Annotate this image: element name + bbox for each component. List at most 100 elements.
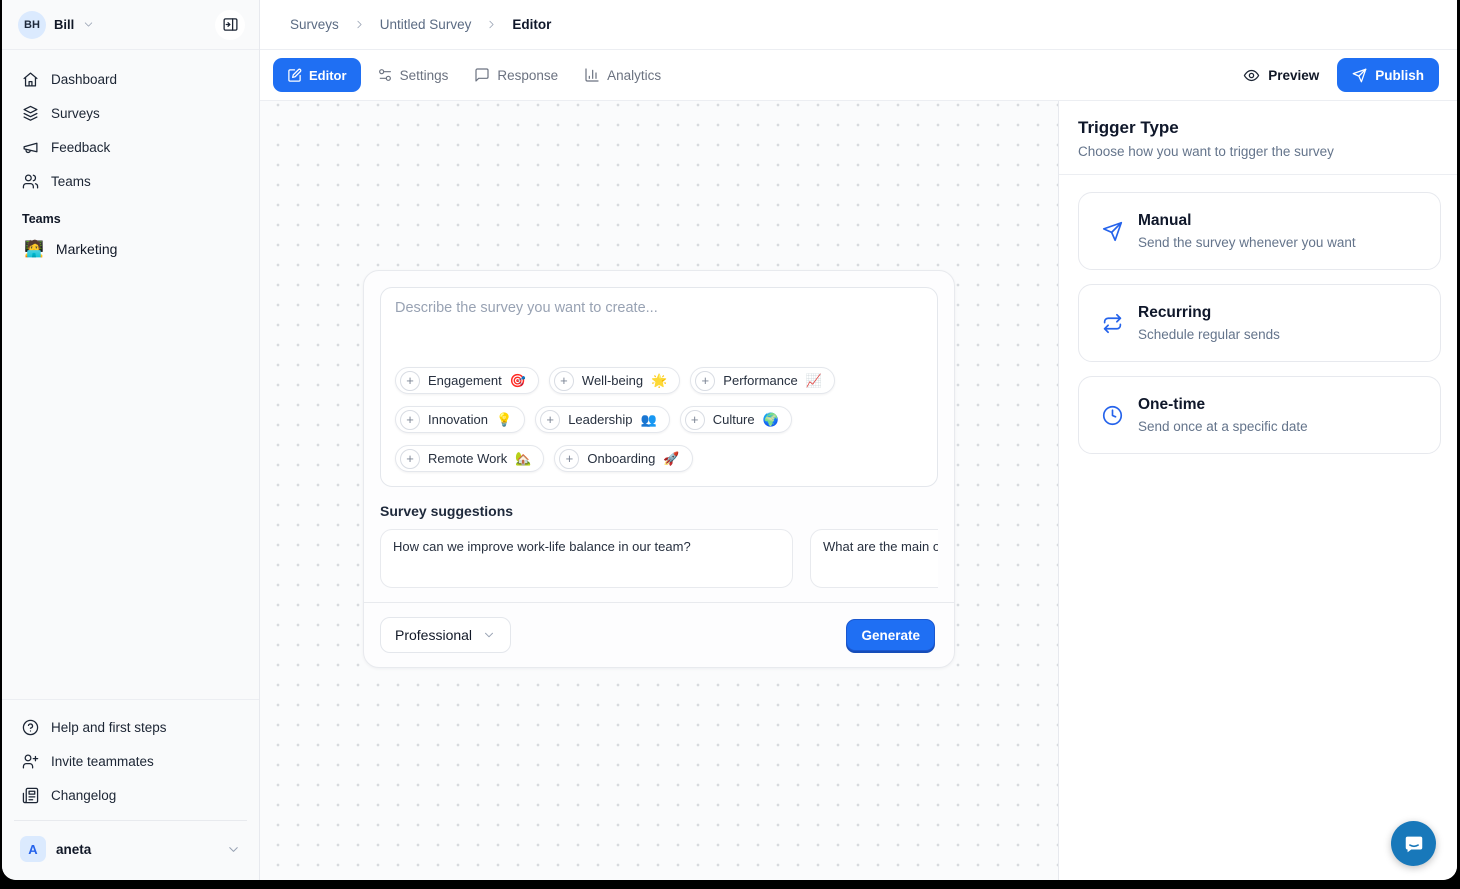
account-menu[interactable]: A aneta — [14, 829, 247, 868]
sidebar-footer: Help and first steps Invite teammates Ch… — [2, 699, 259, 812]
trigger-option-recurring[interactable]: Recurring Schedule regular sends — [1078, 284, 1441, 362]
team-emoji: 🧑‍💻 — [24, 239, 44, 259]
sidebar-item-dashboard[interactable]: Dashboard — [14, 62, 247, 96]
topic-chips: + Engagement 🎯 + Well-being 🌟 + — [395, 367, 923, 474]
eye-icon — [1243, 67, 1260, 84]
topic-chip-culture[interactable]: + Culture 🌍 — [680, 406, 792, 433]
topic-chip-onboarding[interactable]: + Onboarding 🚀 — [554, 445, 692, 472]
sidebar-item-invite[interactable]: Invite teammates — [14, 744, 247, 778]
chip-emoji: 📈 — [806, 373, 822, 389]
chevron-right-icon — [485, 18, 498, 31]
chip-label: Onboarding — [587, 451, 655, 466]
sidebar-item-help[interactable]: Help and first steps — [14, 710, 247, 744]
newspaper-icon — [22, 787, 39, 804]
workspace-name[interactable]: Bill — [54, 17, 74, 32]
trigger-panel-title: Trigger Type — [1078, 118, 1437, 138]
chip-emoji: 🌟 — [651, 373, 667, 389]
trigger-option-one-time[interactable]: One-time Send once at a specific date — [1078, 376, 1441, 454]
plus-icon: + — [400, 449, 420, 469]
chip-label: Culture — [713, 412, 755, 427]
sidebar-item-team-marketing[interactable]: 🧑‍💻 Marketing — [14, 232, 247, 266]
tone-select[interactable]: Professional — [380, 617, 511, 653]
collapse-sidebar-button[interactable] — [215, 10, 245, 40]
sidebar-item-label: Surveys — [51, 106, 100, 121]
topic-chip-innovation[interactable]: + Innovation 💡 — [395, 406, 525, 433]
home-icon — [22, 71, 39, 88]
tab-analytics[interactable]: Analytics — [574, 58, 671, 92]
sidebar-item-label: Changelog — [51, 788, 116, 803]
publish-button[interactable]: Publish — [1337, 58, 1439, 92]
trigger-type-panel: Trigger Type Choose how you want to trig… — [1058, 101, 1457, 880]
chat-launcher-button[interactable] — [1391, 821, 1436, 866]
suggestions-title: Survey suggestions — [380, 503, 938, 519]
clock-icon — [1102, 405, 1123, 426]
trigger-panel-subtitle: Choose how you want to trigger the surve… — [1078, 144, 1437, 159]
workspace-avatar[interactable]: BH — [18, 11, 46, 39]
survey-composer-card: + Engagement 🎯 + Well-being 🌟 + — [363, 270, 955, 668]
editor-toolbar: Editor Settings Response Analytics — [260, 50, 1457, 101]
tab-label: Settings — [400, 68, 449, 83]
chip-label: Performance — [723, 373, 797, 388]
chip-emoji: 👥 — [641, 412, 657, 428]
sidebar-item-label: Help and first steps — [51, 720, 167, 735]
chip-emoji: 🏡 — [515, 451, 531, 467]
plus-icon: + — [695, 371, 715, 391]
composer-footer: Professional Generate — [364, 602, 954, 667]
users-icon — [22, 173, 39, 190]
chip-label: Well-being — [582, 373, 643, 388]
sidebar-item-changelog[interactable]: Changelog — [14, 778, 247, 812]
suggestion-card[interactable]: How can we improve work-life balance in … — [380, 529, 793, 588]
account-name: aneta — [56, 842, 91, 857]
plus-icon: + — [559, 449, 579, 469]
message-icon — [474, 67, 490, 83]
chevron-right-icon — [353, 18, 366, 31]
tab-settings[interactable]: Settings — [367, 58, 459, 92]
trigger-option-text: Recurring Schedule regular sends — [1138, 304, 1280, 342]
chevron-down-icon — [482, 628, 496, 642]
suggestion-card[interactable]: What are the main ob — [810, 529, 938, 588]
trigger-option-manual[interactable]: Manual Send the survey whenever you want — [1078, 192, 1441, 270]
repeat-icon — [1102, 313, 1123, 334]
topic-chip-performance[interactable]: + Performance 📈 — [690, 367, 835, 394]
chip-emoji: 💡 — [496, 412, 512, 428]
topic-chip-wellbeing[interactable]: + Well-being 🌟 — [549, 367, 680, 394]
topic-chip-leadership[interactable]: + Leadership 👥 — [535, 406, 670, 433]
tab-editor[interactable]: Editor — [273, 58, 361, 92]
chip-emoji: 🌍 — [763, 412, 779, 428]
generate-button[interactable]: Generate — [846, 619, 935, 651]
chip-label: Innovation — [428, 412, 488, 427]
sidebar-item-feedback[interactable]: Feedback — [14, 130, 247, 164]
app-window: BH Bill Dashboard Surveys — [2, 0, 1457, 880]
tab-response[interactable]: Response — [464, 58, 568, 92]
sliders-icon — [377, 67, 393, 83]
breadcrumb-survey-name[interactable]: Untitled Survey — [380, 17, 472, 32]
help-circle-icon — [22, 719, 39, 736]
sidebar-item-teams[interactable]: Teams — [14, 164, 247, 198]
trigger-option-description: Send the survey whenever you want — [1138, 235, 1356, 250]
plus-icon: + — [540, 410, 560, 430]
breadcrumb-surveys[interactable]: Surveys — [290, 17, 339, 32]
chevron-down-icon — [82, 18, 95, 31]
topic-chip-engagement[interactable]: + Engagement 🎯 — [395, 367, 539, 394]
trigger-option-text: Manual Send the survey whenever you want — [1138, 212, 1356, 250]
survey-description-input[interactable] — [395, 300, 923, 367]
send-icon — [1352, 68, 1367, 83]
plus-icon: + — [400, 371, 420, 391]
plus-icon: + — [554, 371, 574, 391]
tab-label: Analytics — [607, 68, 661, 83]
chip-label: Leadership — [568, 412, 632, 427]
topic-chip-remote-work[interactable]: + Remote Work 🏡 — [395, 445, 544, 472]
chip-label: Engagement — [428, 373, 502, 388]
preview-button[interactable]: Preview — [1243, 67, 1319, 84]
edit-icon — [287, 68, 302, 83]
toolbar-actions: Preview Publish — [1243, 58, 1439, 92]
chevron-down-icon — [226, 842, 241, 857]
editor-canvas[interactable]: + Engagement 🎯 + Well-being 🌟 + — [260, 101, 1058, 880]
sidebar-nav: Dashboard Surveys Feedback Teams Teams — [2, 50, 259, 266]
send-icon — [1102, 221, 1123, 242]
breadcrumb-editor: Editor — [512, 17, 551, 32]
user-plus-icon — [22, 753, 39, 770]
chip-label: Remote Work — [428, 451, 507, 466]
sidebar-item-surveys[interactable]: Surveys — [14, 96, 247, 130]
trigger-option-title: Manual — [1138, 212, 1356, 230]
